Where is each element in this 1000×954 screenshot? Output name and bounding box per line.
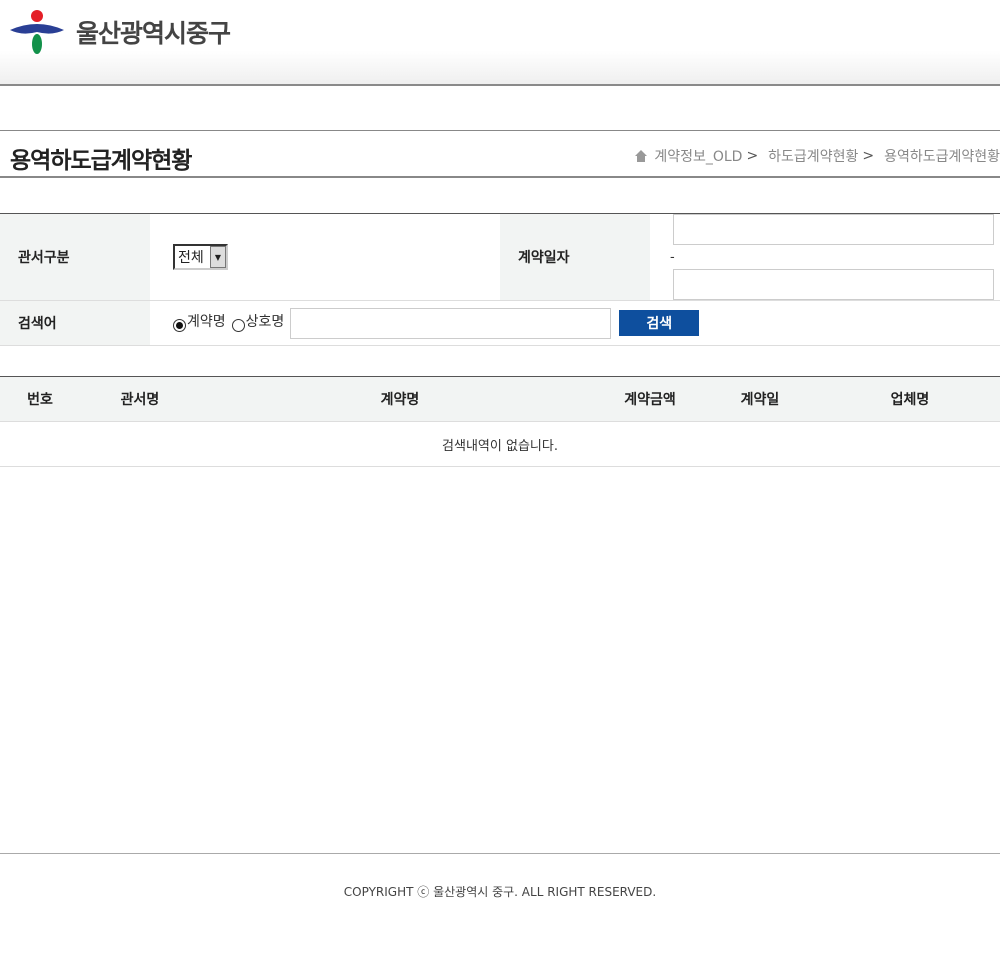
column-header-number: 번호 — [27, 392, 53, 408]
radio-company-name-label[interactable]: 상호명 — [246, 311, 285, 331]
site-footer: COPYRIGHT ⓒ 울산광역시 중구. ALL RIGHT RESERVED… — [0, 853, 1000, 954]
radio-company-name[interactable] — [231, 318, 245, 332]
site-logo[interactable]: 울산광역시중구 — [8, 8, 231, 56]
search-form: 관서구분 전체 ▼ 계약일자 - 검색어 계약명 상호명 검색 — [0, 213, 1000, 346]
column-header-amount: 계약금액 — [624, 392, 676, 408]
breadcrumb-separator: > — [862, 148, 875, 164]
site-header: 울산광역시중구 — [0, 0, 1000, 86]
search-button[interactable]: 검색 — [619, 310, 700, 336]
keyword-input[interactable] — [290, 307, 612, 339]
date-label: 계약일자 — [500, 214, 650, 300]
empty-message: 검색내역이 없습니다. — [0, 422, 1000, 467]
date-to-input[interactable] — [673, 269, 994, 300]
radio-contract-name[interactable] — [173, 318, 186, 332]
home-icon[interactable] — [634, 149, 648, 163]
contract-list-table: 번호 관서명 계약명 계약금액 계약일 업체명 검색내역이 없습니다. — [0, 376, 1000, 467]
column-header-company: 업체명 — [890, 392, 930, 408]
keyword-label: 검색어 — [0, 301, 150, 345]
breadcrumb-separator: > — [746, 148, 759, 164]
search-row-2: 검색어 계약명 상호명 검색 — [0, 301, 1000, 346]
column-header-date: 계약일 — [740, 392, 780, 408]
page-title: 용역하도급계약현황 — [10, 148, 192, 174]
keyword-cell: 계약명 상호명 검색 — [150, 301, 1000, 345]
ulsan-emblem-icon — [10, 10, 64, 54]
search-row-1: 관서구분 전체 ▼ 계약일자 - — [0, 214, 1000, 301]
logo-text: 울산광역시중구 — [76, 19, 231, 48]
date-from-input[interactable] — [673, 214, 994, 245]
office-cell: 전체 ▼ — [150, 214, 500, 300]
breadcrumb: 계약정보_OLD > 하도급계약현황 > 용역하도급계약현황 — [634, 146, 1000, 166]
chevron-down-icon[interactable]: ▼ — [210, 246, 226, 268]
breadcrumb-item-1[interactable]: 계약정보_OLD — [654, 146, 742, 166]
date-separator: - — [670, 250, 675, 265]
column-header-contract-name: 계약명 — [380, 392, 420, 408]
breadcrumb-item-2[interactable]: 하도급계약현황 — [768, 146, 858, 166]
breadcrumb-item-3[interactable]: 용역하도급계약현황 — [884, 146, 1000, 166]
office-select[interactable]: 전체 ▼ — [173, 244, 228, 270]
title-bar: 용역하도급계약현황 계약정보_OLD > 하도급계약현황 > 용역하도급계약현황 — [0, 130, 1000, 178]
office-select-value: 전체 — [178, 250, 204, 266]
date-cell: - — [650, 214, 1000, 300]
column-header-office: 관서명 — [120, 392, 160, 408]
search-type-radio-group: 계약명 상호명 — [173, 313, 290, 333]
table-header: 번호 관서명 계약명 계약금액 계약일 업체명 — [0, 377, 1000, 422]
radio-contract-name-label[interactable]: 계약명 — [187, 311, 226, 331]
copyright-text: COPYRIGHT ⓒ 울산광역시 중구. ALL RIGHT RESERVED… — [343, 885, 657, 899]
office-label: 관서구분 — [0, 214, 150, 300]
